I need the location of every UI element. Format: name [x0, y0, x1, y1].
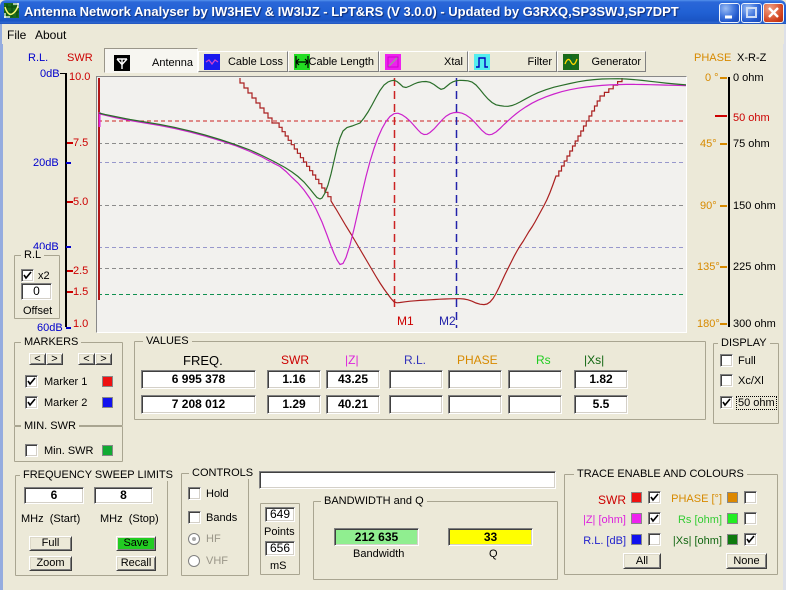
svg-text:M2: M2 — [439, 314, 456, 328]
svg-text:M1: M1 — [397, 314, 414, 328]
